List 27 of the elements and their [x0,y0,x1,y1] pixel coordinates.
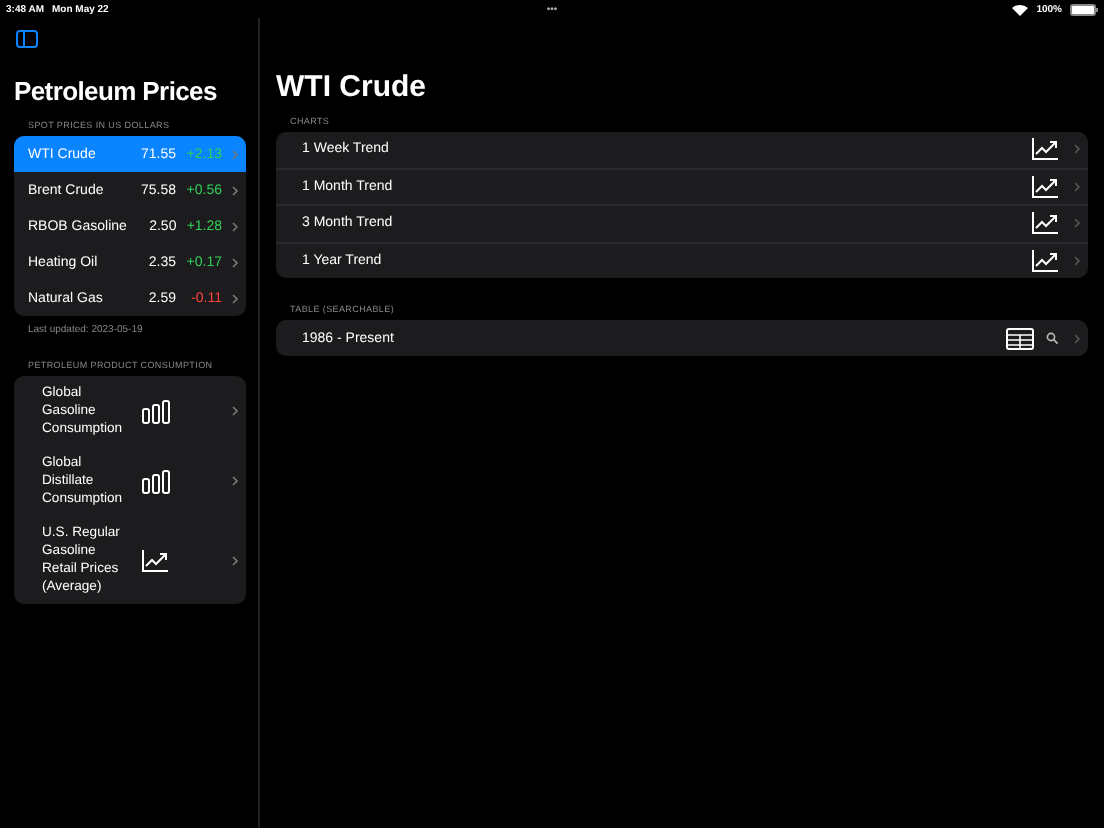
chevron-icon [1074,333,1080,344]
chevron-icon [232,555,238,565]
chevron-icon [1074,144,1080,155]
chevron-icon [1074,256,1080,267]
line-chart-icon [1032,212,1058,235]
wifi-icon [1012,3,1029,15]
chevron-icon [232,149,238,159]
chevron-icon [232,293,238,303]
line-chart-icon [1032,138,1058,161]
battery-icon [1069,3,1098,15]
chevron-icon [232,185,238,195]
line-chart-icon [1032,250,1058,273]
line-chart-icon [1032,175,1058,198]
chevron-icon [232,257,238,267]
chevron-icon [232,406,238,416]
detail-title: WTI Crude [276,70,428,106]
search-icon [1046,332,1058,345]
bar-chart-icon [142,469,172,493]
bar-chart-icon [142,399,172,423]
sidebar-toggle-icon[interactable] [16,30,38,48]
chevron-icon [232,221,238,231]
chevron-icon [1074,218,1080,229]
chevron-icon [1074,181,1080,192]
table-icon [1006,327,1034,350]
sidebar-title: Petroleum Prices [14,74,219,110]
line-chart-icon [142,549,168,571]
chevron-icon [232,476,238,486]
